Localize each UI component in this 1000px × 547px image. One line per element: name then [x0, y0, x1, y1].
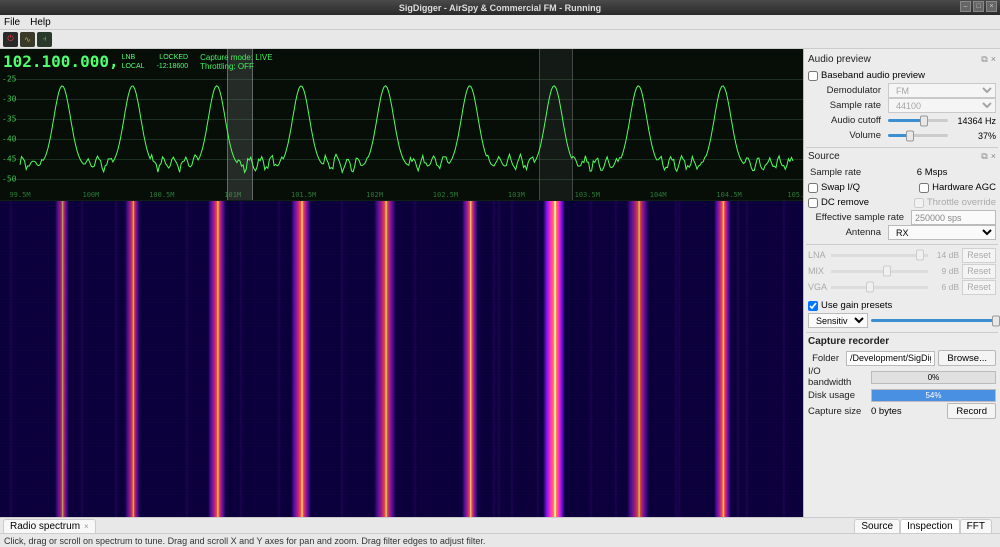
- browse-button[interactable]: Browse...: [938, 350, 996, 366]
- status-text: Click, drag or scroll on spectrum to tun…: [4, 536, 485, 546]
- detach-icon[interactable]: ⧉: [981, 151, 987, 162]
- panel-title-audio: Audio preview: [808, 54, 871, 65]
- panel-capture-recorder: Capture recorder FolderBrowse... I/O ban…: [806, 333, 998, 423]
- dc-remove-checkbox[interactable]: [808, 198, 818, 208]
- lnb-label: LNB: [122, 53, 145, 62]
- local-label: LOCAL: [122, 62, 145, 71]
- offset-readout: -12:18600: [157, 62, 189, 71]
- window-titlebar: SigDigger - AirSpy & Commercial FM - Run…: [0, 0, 1000, 15]
- volume-slider[interactable]: [888, 134, 948, 137]
- close-tab-icon[interactable]: ×: [84, 522, 89, 531]
- menu-help[interactable]: Help: [30, 17, 51, 28]
- mix-gain-slider[interactable]: [831, 270, 928, 273]
- waterfall-display[interactable]: [0, 201, 803, 517]
- use-gain-presets-checkbox[interactable]: [808, 301, 818, 311]
- minimize-icon[interactable]: –: [960, 1, 971, 12]
- tab-radio-spectrum[interactable]: Radio spectrum×: [3, 519, 96, 533]
- detach-icon[interactable]: ⧉: [981, 54, 987, 65]
- panel-title-source: Source: [808, 151, 840, 162]
- throttling: OFF: [238, 62, 254, 71]
- status-bar: Click, drag or scroll on spectrum to tun…: [0, 533, 1000, 547]
- baseband-preview-checkbox[interactable]: [808, 71, 818, 81]
- right-tab-bar: Source Inspection FFT: [803, 517, 1000, 533]
- record-button[interactable]: Record: [947, 403, 996, 419]
- panel-audio-preview: Audio preview ⧉× Baseband audio preview …: [806, 51, 998, 148]
- audio-samplerate-select[interactable]: 44100: [888, 98, 996, 113]
- power-icon[interactable]: ⏻: [3, 32, 18, 47]
- source-samplerate: 6 Msps: [868, 167, 996, 178]
- vga-reset-button[interactable]: Reset: [962, 280, 996, 295]
- effective-samplerate-input[interactable]: [911, 210, 996, 225]
- throttle-override-checkbox: [914, 198, 924, 208]
- lna-reset-button[interactable]: Reset: [962, 248, 996, 263]
- hardware-agc-checkbox[interactable]: [919, 183, 929, 193]
- vga-gain-slider[interactable]: [831, 286, 928, 289]
- menu-bar: File Help: [0, 15, 1000, 30]
- tab-inspection[interactable]: Inspection: [900, 519, 960, 533]
- spectrum-display[interactable]: 102.100.000, LNB LOCAL LOCKED -12:18600 …: [0, 49, 803, 201]
- toolbar: ⏻ ∿ ⫞: [0, 30, 1000, 49]
- frequency-readout[interactable]: 102.100.000,: [0, 51, 122, 72]
- folder-input[interactable]: [846, 351, 935, 366]
- tab-source[interactable]: Source: [854, 519, 900, 533]
- capture-size: 0 bytes: [871, 406, 944, 417]
- antenna-select[interactable]: RX: [888, 225, 996, 240]
- panel-gains: LNA14 dBReset MIX9 dBReset VGA6 dBReset …: [806, 245, 998, 333]
- side-panel: Audio preview ⧉× Baseband audio preview …: [803, 49, 1000, 517]
- waveform-icon[interactable]: ∿: [20, 32, 35, 47]
- tab-fft[interactable]: FFT: [960, 519, 992, 533]
- menu-file[interactable]: File: [4, 17, 20, 28]
- spectrum-pane: 102.100.000, LNB LOCAL LOCKED -12:18600 …: [0, 49, 803, 517]
- panel-source: Source ⧉× Sample rate6 Msps Swap I/Q Har…: [806, 148, 998, 245]
- close-icon[interactable]: ×: [986, 1, 997, 12]
- activity-icon[interactable]: ⫞: [37, 32, 52, 47]
- close-panel-icon[interactable]: ×: [991, 54, 996, 65]
- disk-usage-progress: 54%: [871, 389, 996, 402]
- close-panel-icon[interactable]: ×: [991, 151, 996, 162]
- lna-gain-slider[interactable]: [831, 254, 928, 257]
- left-tab-bar: Radio spectrum×: [0, 517, 803, 533]
- audio-cutoff-slider[interactable]: [888, 119, 948, 122]
- window-title: SigDigger - AirSpy & Commercial FM - Run…: [399, 3, 601, 13]
- capture-mode: LIVE: [255, 53, 272, 62]
- demodulator-select[interactable]: FM: [888, 83, 996, 98]
- sensitivity-slider[interactable]: [871, 319, 996, 322]
- mix-reset-button[interactable]: Reset: [962, 264, 996, 279]
- maximize-icon[interactable]: □: [973, 1, 984, 12]
- panel-title-recorder: Capture recorder: [808, 336, 889, 347]
- io-bandwidth-progress: 0%: [871, 371, 996, 384]
- locked-label: LOCKED: [157, 53, 189, 62]
- swap-iq-checkbox[interactable]: [808, 183, 818, 193]
- gain-preset-select[interactable]: Sensitivity: [808, 313, 868, 328]
